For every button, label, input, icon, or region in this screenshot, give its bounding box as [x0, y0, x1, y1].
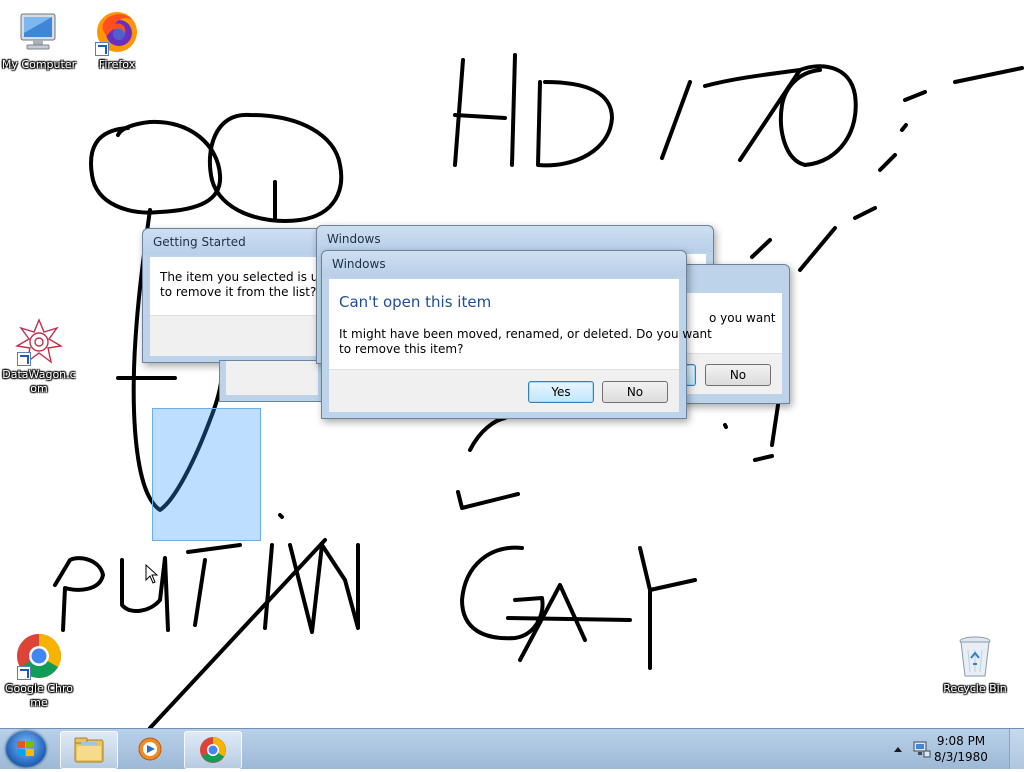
- desktop-icon-recycle-bin[interactable]: Recycle Bin: [936, 632, 1014, 696]
- firefox-icon: [93, 8, 141, 56]
- shortcut-arrow-icon: [95, 42, 109, 56]
- dialog-message-line: The item you selected is unav: [160, 270, 340, 284]
- show-desktop-button[interactable]: [1009, 729, 1024, 769]
- dialog-content: The item you selected is unav to remove …: [150, 257, 340, 315]
- start-button[interactable]: [6, 731, 46, 767]
- dialog-title[interactable]: Getting Started: [143, 229, 343, 255]
- desktop-icon-firefox[interactable]: Firefox: [78, 8, 156, 72]
- getting-started-dialog[interactable]: Getting Started The item you selected is…: [142, 228, 344, 363]
- dialog-message-line: to remove it from the list?: [160, 285, 317, 299]
- dialog-message-line: to remove this item?: [339, 342, 464, 356]
- selection-rectangle: [152, 408, 261, 541]
- dialog-title[interactable]: Windows: [317, 226, 713, 252]
- shortcut-arrow-icon: [17, 666, 31, 680]
- windows-dialog-cant-open[interactable]: Windows Can't open this item It might ha…: [321, 250, 712, 419]
- recycle-bin-icon: [951, 632, 999, 680]
- taskbar-explorer[interactable]: [60, 731, 118, 769]
- yes-button[interactable]: Yes: [528, 381, 594, 403]
- dialog-content: Can't open this item It might have been …: [329, 279, 712, 369]
- desktop-icon-google-chrome[interactable]: Google Chrome: [0, 632, 78, 710]
- desktop-icon-label: My Computer: [1, 58, 77, 71]
- clock-time: 9:08 PM: [936, 734, 986, 748]
- chrome-icon: [200, 737, 226, 763]
- media-player-icon: [138, 737, 162, 761]
- dialog-message-line: It might have been moved, renamed, or de…: [339, 327, 712, 341]
- no-button[interactable]: No: [602, 381, 668, 403]
- dialog-footer: Yes No: [329, 369, 679, 412]
- dialog-title[interactable]: Windows: [322, 251, 686, 277]
- mouse-cursor-icon: [145, 564, 159, 584]
- desktop-icon-label: Firefox: [98, 58, 136, 71]
- chrome-icon: [15, 632, 63, 680]
- dialog-footer: [150, 315, 336, 356]
- show-hidden-icons-icon[interactable]: [893, 745, 903, 753]
- desktop-icon-label: DataWagon.com: [2, 368, 76, 395]
- dialog-footer: No: [681, 353, 782, 394]
- datawagon-icon: [14, 318, 64, 366]
- shortcut-arrow-icon: [17, 352, 31, 366]
- stacked-dialog-strip: [219, 360, 325, 402]
- windows-logo-icon: [17, 741, 35, 757]
- computer-icon: [15, 8, 63, 56]
- no-button[interactable]: No: [705, 364, 771, 386]
- desktop-icon-label: Recycle Bin: [943, 682, 1007, 695]
- taskbar-media-player[interactable]: [122, 731, 178, 767]
- dialog-heading: Can't open this item: [339, 293, 492, 311]
- taskbar: 9:08 PM 8/3/1980: [0, 728, 1024, 769]
- desktop-icon-my-computer[interactable]: My Computer: [0, 8, 78, 72]
- folder-icon: [74, 737, 104, 763]
- taskbar-clock[interactable]: 9:08 PM 8/3/1980: [926, 733, 996, 765]
- taskbar-chrome[interactable]: [184, 731, 242, 769]
- desktop-icon-label: Google Chrome: [5, 682, 73, 709]
- clock-date: 8/3/1980: [934, 750, 988, 764]
- desktop-icon-datawagon[interactable]: DataWagon.com: [0, 318, 78, 396]
- dialog-message-fragment: o you want: [709, 311, 776, 325]
